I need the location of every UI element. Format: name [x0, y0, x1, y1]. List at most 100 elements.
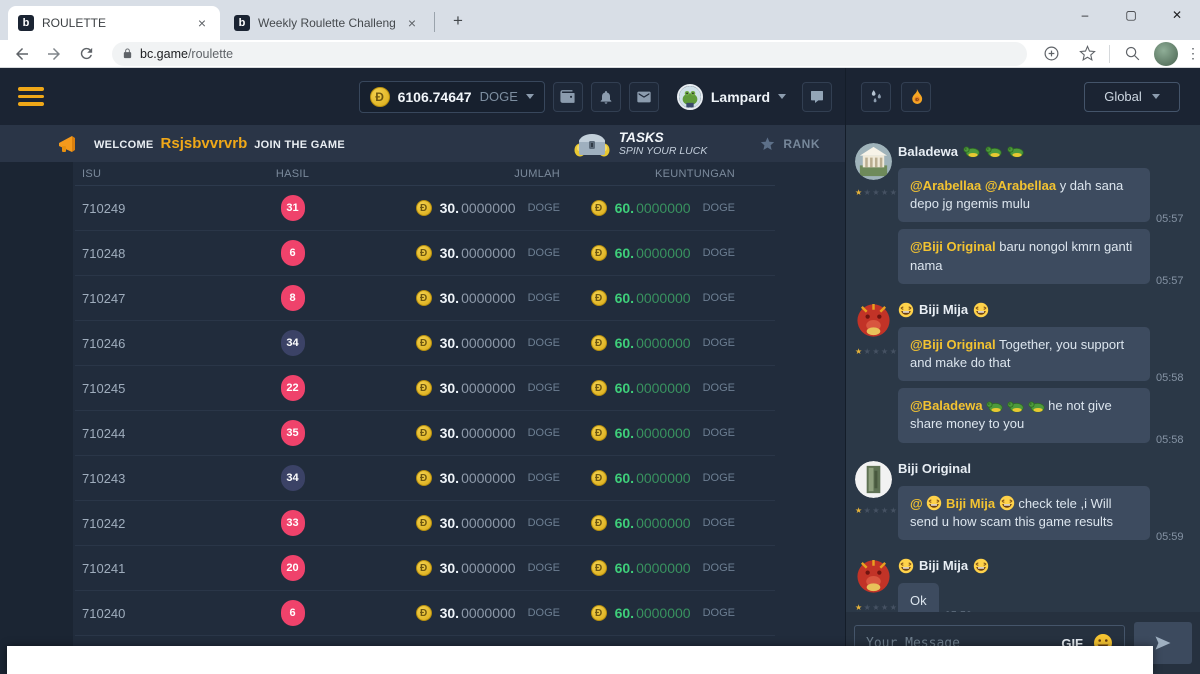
table-row[interactable]: 7102406Ð30.0000000DOGEÐ60.0000000DOGE: [75, 591, 775, 636]
chat-avatar[interactable]: [855, 461, 892, 498]
doge-coin-icon: Ð: [416, 605, 432, 621]
issue-cell: 710241: [75, 561, 235, 576]
address-bar[interactable]: bc.game/roulette: [112, 42, 1027, 66]
horse-emoji: [1007, 145, 1024, 158]
table-row[interactable]: 71024522Ð30.0000000DOGEÐ60.0000000DOGE: [75, 366, 775, 411]
site-favicon: b: [18, 15, 34, 31]
chat-bubble: @Biji Original Together, you support and…: [898, 327, 1150, 381]
tasks-button[interactable]: TASKS SPIN YOUR LUCK: [574, 129, 708, 159]
browser-profile-avatar[interactable]: [1154, 42, 1178, 66]
coin-drop-button[interactable]: Ð: [901, 82, 931, 112]
chat-bubble: @Baladewa he not give share money to you: [898, 388, 1150, 442]
bookmark-star-icon[interactable]: [1073, 42, 1101, 66]
profit-amount: 60.: [615, 380, 634, 396]
star-empty-icon: ★: [872, 347, 881, 356]
mention-link[interactable]: @: [910, 496, 923, 511]
profit-amount: 60.: [615, 605, 634, 621]
chevron-down-icon: [778, 94, 786, 99]
balance-selector[interactable]: Ð 6106.74647 DOGE: [359, 81, 545, 113]
chat-message: ★★★★★Biji MijaOk05:59: [846, 556, 1192, 612]
col-header-issue: ISU: [75, 168, 235, 180]
bet-amount-zeros: 0000000: [461, 470, 516, 486]
mention-link[interactable]: @Biji Original: [910, 337, 996, 352]
bets-table-body: 71024931Ð30.0000000DOGEÐ60.0000000DOGE 71…: [75, 186, 775, 636]
zoom-page-icon[interactable]: [1037, 42, 1065, 66]
result-badge: 8: [281, 285, 305, 311]
tab-roulette[interactable]: b ROULETTE ×: [8, 6, 220, 40]
bet-amount-zeros: 0000000: [461, 605, 516, 621]
chat-toggle-button[interactable]: [802, 82, 832, 112]
browser-menu-icon[interactable]: ⋮: [1186, 45, 1200, 62]
back-icon[interactable]: [8, 42, 36, 66]
treasure-chest-icon: [574, 129, 610, 159]
issue-cell: 710245: [75, 381, 235, 396]
mention-link[interactable]: @Arabellaa: [985, 178, 1056, 193]
chat-username[interactable]: Biji Mija: [898, 300, 1192, 320]
star-empty-icon: ★: [872, 603, 881, 612]
chat-username[interactable]: Baladewa: [898, 141, 1192, 161]
chat-channel-dropdown[interactable]: Global: [1084, 82, 1180, 112]
table-row[interactable]: 71024334Ð30.0000000DOGEÐ60.0000000DOGE: [75, 456, 775, 501]
table-row[interactable]: 71024634Ð30.0000000DOGEÐ60.0000000DOGE: [75, 321, 775, 366]
tab-close-icon[interactable]: ×: [404, 15, 420, 31]
mail-button[interactable]: [629, 82, 659, 112]
star-empty-icon: ★: [872, 506, 881, 515]
chat-username[interactable]: Biji Mija: [898, 556, 1192, 576]
tab-weekly-challenge[interactable]: b Weekly Roulette Challenge - Win ×: [224, 6, 430, 40]
wallet-button[interactable]: [553, 82, 583, 112]
star-empty-icon: ★: [881, 347, 890, 356]
bet-amount: 30.: [440, 245, 459, 261]
chat-username[interactable]: Biji Original: [898, 459, 1192, 479]
mail-icon: [637, 91, 650, 102]
mention-link[interactable]: @Baladewa: [910, 398, 983, 413]
issue-cell: 710240: [75, 606, 235, 621]
chat-avatar[interactable]: [855, 302, 892, 339]
window-maximize-button[interactable]: ▢: [1108, 0, 1154, 30]
doge-coin-icon: Ð: [416, 470, 432, 486]
bet-amount: 30.: [440, 470, 459, 486]
chat-avatar[interactable]: [855, 558, 892, 595]
chat-channel-label: Global: [1104, 89, 1142, 104]
table-row[interactable]: 71024233Ð30.0000000DOGEÐ60.0000000DOGE: [75, 501, 775, 546]
forward-icon[interactable]: [40, 42, 68, 66]
horse-emoji: [963, 145, 980, 158]
window-close-button[interactable]: ✕: [1154, 0, 1200, 30]
tab-close-icon[interactable]: ×: [194, 15, 210, 31]
chat-avatar[interactable]: [855, 143, 892, 180]
table-row[interactable]: 71024435Ð30.0000000DOGEÐ60.0000000DOGE: [75, 411, 775, 456]
chat-messages: ★★★★★Baladewa@Arabellaa @Arabellaa y dah…: [846, 125, 1200, 612]
notifications-button[interactable]: [591, 82, 621, 112]
user-menu[interactable]: Lampard: [677, 84, 786, 110]
mention-link[interactable]: @Biji Original: [910, 239, 996, 254]
profit-amount-cell: Ð60.0000000DOGE: [560, 605, 775, 621]
table-row[interactable]: 7102486Ð30.0000000DOGEÐ60.0000000DOGE: [75, 231, 775, 276]
bet-amount-cell: Ð30.0000000DOGE: [350, 245, 560, 261]
chat-message: ★★★★★Baladewa@Arabellaa @Arabellaa y dah…: [846, 141, 1192, 284]
search-icon[interactable]: [1118, 42, 1146, 66]
reload-icon[interactable]: [72, 42, 100, 66]
mention-link[interactable]: Biji Mija: [946, 496, 995, 511]
result-badge: 6: [281, 600, 305, 626]
table-row[interactable]: 7102478Ð30.0000000DOGEÐ60.0000000DOGE: [75, 276, 775, 321]
rain-button[interactable]: [861, 82, 891, 112]
table-row[interactable]: 71024931Ð30.0000000DOGEÐ60.0000000DOGE: [75, 186, 775, 231]
new-tab-button[interactable]: +: [446, 9, 470, 33]
bet-amount-cell: Ð30.0000000DOGE: [350, 560, 560, 576]
profit-amount-zeros: 0000000: [636, 605, 691, 621]
rank-star-icon: [759, 136, 776, 152]
send-arrow-icon: [1156, 636, 1171, 649]
browser-toolbar: bc.game/roulette ⋮: [0, 40, 1200, 68]
bubble-text: Ok: [910, 593, 927, 608]
table-row[interactable]: 71024120Ð30.0000000DOGEÐ60.0000000DOGE: [75, 546, 775, 591]
bc-game-app: Ð 6106.74647 DOGE Lampard: [0, 68, 1200, 674]
rank-button[interactable]: RANK: [759, 136, 820, 152]
bottom-overlay-panel: [7, 646, 1153, 674]
bet-amount-cell: Ð30.0000000DOGE: [350, 470, 560, 486]
window-minimize-button[interactable]: –: [1062, 0, 1108, 30]
bet-amount-cell: Ð30.0000000DOGE: [350, 380, 560, 396]
profit-amount-cell: Ð60.0000000DOGE: [560, 380, 775, 396]
profit-amount-zeros: 0000000: [636, 245, 691, 261]
menu-hamburger-icon[interactable]: [18, 87, 44, 106]
speech-bubble-icon: [811, 91, 823, 103]
mention-link[interactable]: @Arabellaa: [910, 178, 981, 193]
